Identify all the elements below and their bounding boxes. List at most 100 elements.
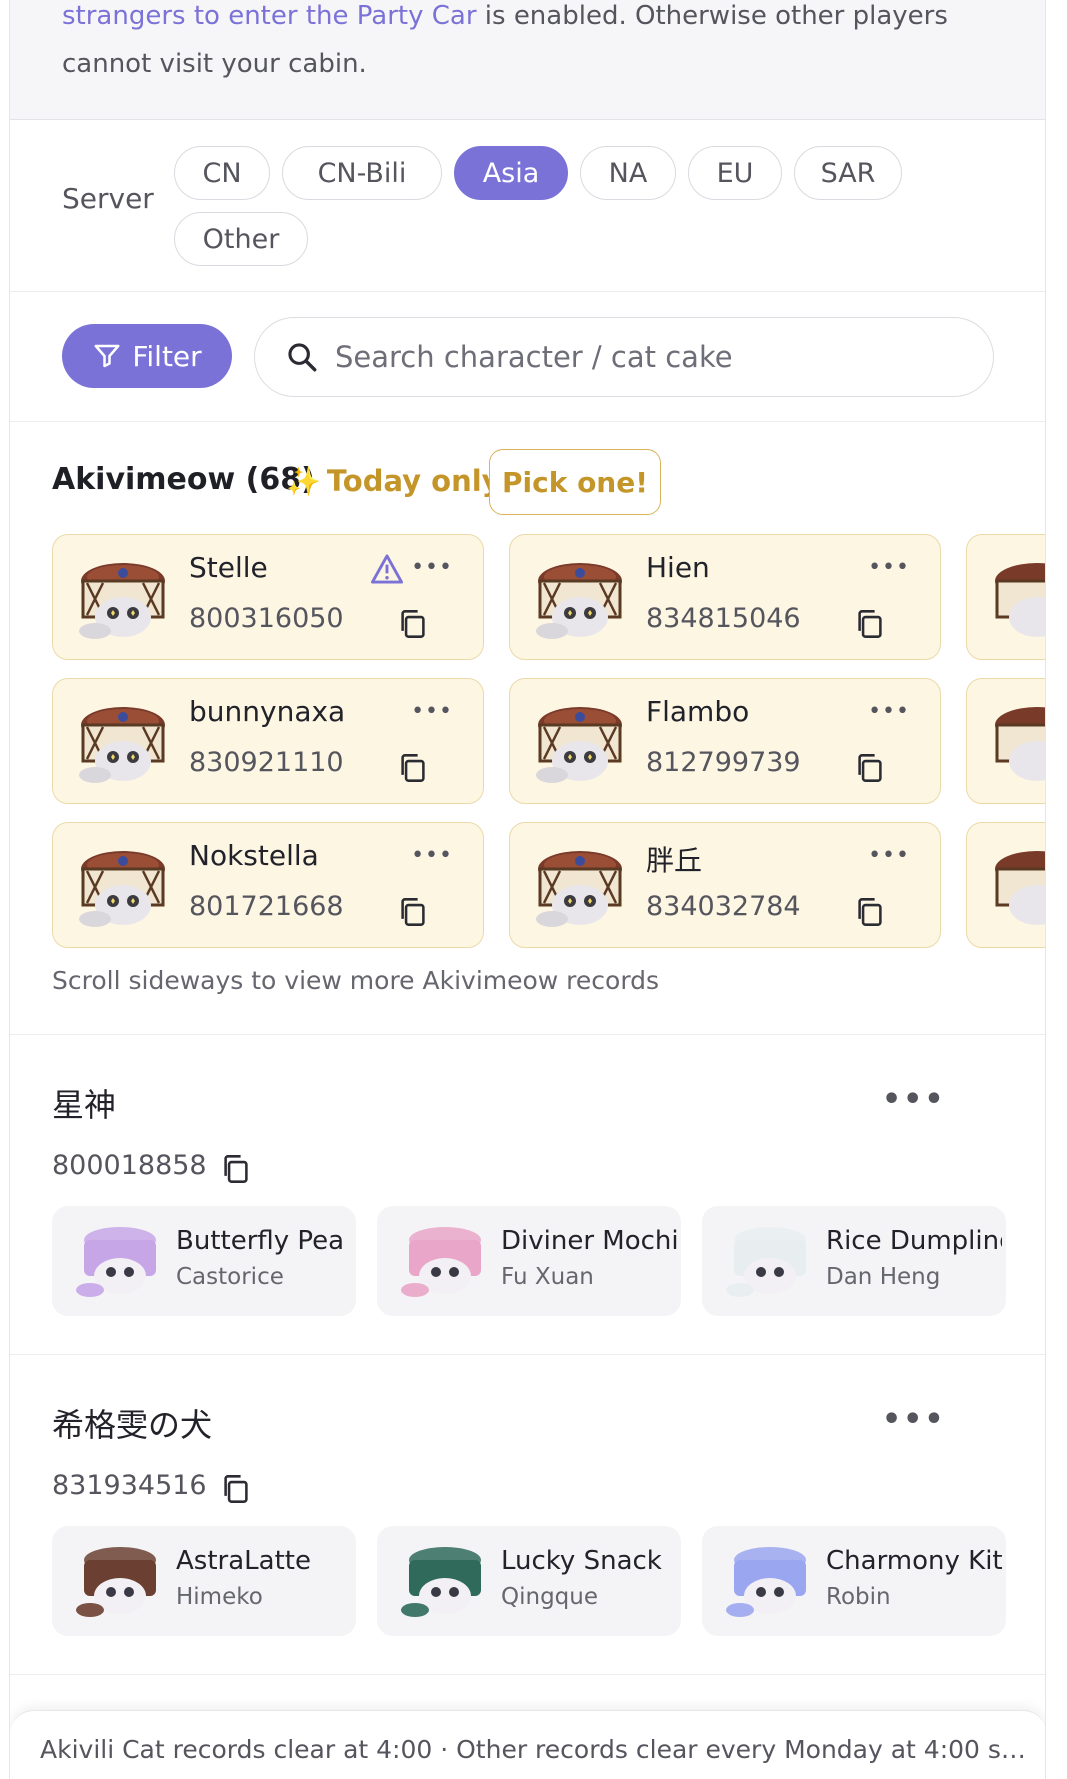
cat-cake-icon — [995, 851, 1045, 925]
character-name: Dan Heng — [826, 1264, 941, 1290]
filter-button[interactable]: Filter — [62, 324, 232, 388]
player-uid: 812799739 — [646, 747, 801, 778]
user-name: 星神 — [52, 1086, 117, 1124]
note-line-1: strangers to enter the Party Car is enab… — [62, 0, 948, 40]
player-name: Flambo — [646, 695, 750, 728]
character-name: Castorice — [176, 1264, 284, 1290]
player-name: Nokstella — [189, 839, 319, 872]
search-icon — [288, 343, 317, 372]
player-name: bunnynaxa — [189, 695, 346, 728]
page-gutter — [1046, 0, 1067, 1779]
more-options-icon[interactable]: ••• — [868, 555, 910, 580]
user-uid: 800018858 — [52, 1150, 207, 1181]
cake-name: Lucky Snack — [501, 1546, 662, 1576]
akivimeow-card[interactable] — [966, 678, 1045, 804]
user-uid: 831934516 — [52, 1470, 207, 1501]
character-name: Himeko — [176, 1584, 263, 1610]
filter-button-label: Filter — [132, 339, 202, 373]
today-only-label: ✨ Today only! — [286, 464, 514, 498]
akivimeow-card[interactable]: Hien 834815046 ••• — [509, 534, 941, 660]
more-options-icon[interactable]: ••• — [411, 555, 453, 580]
cat-cake-icon — [536, 563, 622, 639]
party-car-note: strangers to enter the Party Car is enab… — [10, 0, 1045, 120]
player-name: Stelle — [189, 551, 268, 584]
copy-icon[interactable] — [856, 897, 884, 927]
cat-cake-icon — [536, 851, 622, 927]
akivimeow-card[interactable] — [966, 822, 1045, 948]
cake-name: Diviner Mochi — [501, 1226, 677, 1256]
copy-icon[interactable] — [856, 753, 884, 783]
cat-cake-icon — [726, 1227, 806, 1297]
server-chip-sar[interactable]: SAR — [794, 146, 902, 200]
copy-icon[interactable] — [399, 897, 427, 927]
more-options-icon[interactable]: ••• — [411, 843, 453, 868]
more-options-icon[interactable]: ••• — [411, 699, 453, 724]
more-options-icon[interactable]: ••• — [882, 1082, 946, 1117]
search-box — [254, 317, 994, 397]
akivimeow-card[interactable]: Stelle 800316050 ••• — [52, 534, 484, 660]
cat-cake-card[interactable]: Charmony Kitty Robin — [702, 1526, 1006, 1636]
server-chip-asia[interactable]: Asia — [454, 146, 568, 200]
reset-notice-text: Akivili Cat records clear at 4:00 · Othe… — [40, 1735, 1030, 1764]
more-options-icon[interactable]: ••• — [868, 699, 910, 724]
server-label: Server — [62, 182, 154, 215]
akivimeow-card[interactable]: bunnynaxa 830921110 ••• — [52, 678, 484, 804]
copy-icon[interactable] — [399, 609, 427, 639]
server-chip-eu[interactable]: EU — [688, 146, 782, 200]
server-chip-cn-bili[interactable]: CN-Bili — [282, 146, 442, 200]
cat-cake-icon — [79, 707, 165, 783]
cake-name: Rice Dumpling — [826, 1226, 1002, 1256]
user-name: 希格雯の犬 — [52, 1406, 213, 1444]
copy-icon[interactable] — [856, 609, 884, 639]
cat-cake-icon — [79, 563, 165, 639]
pick-one-button[interactable]: Pick one! — [489, 449, 661, 515]
cat-cake-icon — [79, 851, 165, 927]
more-options-icon[interactable]: ••• — [882, 1402, 946, 1437]
cat-cake-icon — [76, 1227, 156, 1297]
cat-cake-icon — [995, 707, 1045, 781]
akivimeow-card[interactable] — [966, 534, 1045, 660]
party-car-link[interactable]: strangers to enter the Party Car — [62, 1, 477, 31]
cat-cake-card[interactable]: Lucky Snack Qingque — [377, 1526, 681, 1636]
search-input[interactable] — [335, 340, 935, 374]
cat-cake-icon — [995, 563, 1045, 637]
akivimeow-card[interactable]: Flambo 812799739 ••• — [509, 678, 941, 804]
character-name: Fu Xuan — [501, 1264, 594, 1290]
player-name: Hien — [646, 551, 710, 584]
server-selector: Server CN CN-Bili Asia NA EU SAR Other — [10, 120, 1045, 292]
more-options-icon[interactable]: ••• — [868, 843, 910, 868]
copy-icon[interactable] — [222, 1154, 250, 1184]
player-uid: 800316050 — [189, 603, 344, 634]
cat-cake-card[interactable]: Diviner Mochi Fu Xuan — [377, 1206, 681, 1316]
cake-name: Charmony Kitty — [826, 1546, 1002, 1576]
character-name: Qingque — [501, 1584, 598, 1610]
divider — [10, 1354, 1045, 1355]
divider — [10, 1034, 1045, 1035]
cat-cake-icon — [726, 1547, 806, 1617]
copy-icon[interactable] — [222, 1474, 250, 1504]
server-chip-other[interactable]: Other — [174, 212, 308, 266]
player-uid: 834815046 — [646, 603, 801, 634]
copy-icon[interactable] — [399, 753, 427, 783]
filter-row: Filter — [10, 292, 1045, 422]
note-line-2: cannot visit your cabin. — [62, 49, 367, 79]
akivimeow-card[interactable]: 胖丘 834032784 ••• — [509, 822, 941, 948]
cat-cake-icon — [536, 707, 622, 783]
server-chip-cn[interactable]: CN — [174, 146, 270, 200]
funnel-icon — [94, 344, 120, 368]
cat-cake-card[interactable]: Rice Dumpling Dan Heng — [702, 1206, 1006, 1316]
reset-notice: Akivili Cat records clear at 4:00 · Othe… — [10, 1710, 1045, 1779]
cat-cake-card[interactable]: AstraLatte Himeko — [52, 1526, 356, 1636]
divider — [10, 1674, 1045, 1675]
akivimeow-card[interactable]: Nokstella 801721668 ••• — [52, 822, 484, 948]
today-only-text: Today only! — [326, 464, 514, 498]
warning-icon[interactable] — [369, 553, 405, 585]
player-uid: 801721668 — [189, 891, 344, 922]
cake-name: Butterfly Pea — [176, 1226, 345, 1256]
page-container: strangers to enter the Party Car is enab… — [9, 0, 1046, 1779]
player-uid: 834032784 — [646, 891, 801, 922]
cat-cake-card[interactable]: Butterfly Pea Castorice — [52, 1206, 356, 1316]
player-name: 胖丘 — [646, 844, 703, 877]
cat-cake-icon — [76, 1547, 156, 1617]
server-chip-na[interactable]: NA — [580, 146, 676, 200]
